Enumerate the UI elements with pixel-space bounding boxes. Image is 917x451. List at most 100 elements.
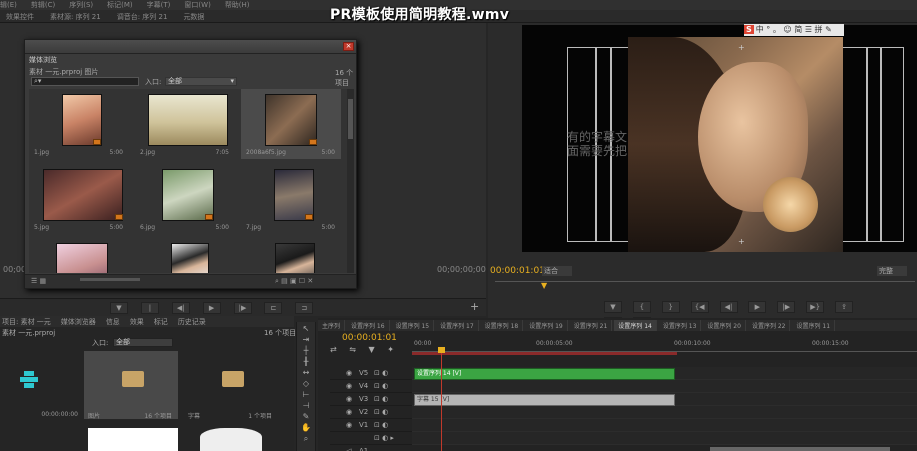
mark-out-button[interactable]: | xyxy=(140,302,159,314)
snap-icon[interactable]: ⇄ xyxy=(330,345,337,354)
track-v1[interactable] xyxy=(412,419,917,432)
mark-in-button[interactable]: ▼ xyxy=(110,302,128,314)
wrench-icon[interactable]: ✦ xyxy=(387,345,394,354)
thumbnail-item[interactable]: 1.jpg 5:00 xyxy=(29,89,129,159)
project-tab[interactable]: 项目: 素材 一元 xyxy=(2,317,51,327)
project-thumb-cloud[interactable] xyxy=(200,428,262,451)
overwrite-button[interactable]: ⊐ xyxy=(295,302,314,314)
timeline-ruler[interactable]: 00:00 00:00:05:00 00:00:10:00 00:00:15:0… xyxy=(412,340,917,352)
close-icon[interactable]: × xyxy=(343,42,354,51)
step-forward-button[interactable]: |▶ xyxy=(777,301,796,313)
lift-button[interactable]: ⇪ xyxy=(835,301,853,313)
project-tab[interactable]: 标记 xyxy=(154,317,168,327)
program-time-ruler[interactable] xyxy=(495,281,915,295)
ripple-edit-icon[interactable]: ┼ xyxy=(300,346,312,355)
project-in-select[interactable]: 全部 xyxy=(113,338,173,347)
pen-icon[interactable]: ✎ xyxy=(300,412,312,421)
menu-item[interactable]: 辑(E) xyxy=(0,1,17,9)
project-tab[interactable]: 效果 xyxy=(130,317,144,327)
sequence-tab[interactable]: 设置序列 17 xyxy=(436,320,479,331)
step-back-button[interactable]: ◀| xyxy=(719,301,738,313)
sequence-tab[interactable]: 设置序列 16 xyxy=(347,320,390,331)
in-select[interactable]: 全部 ▾ xyxy=(165,77,237,86)
link-icon[interactable]: ⇋ xyxy=(349,345,356,354)
step-forward-button[interactable]: |▶ xyxy=(233,302,252,314)
zoom-select[interactable]: 适合 xyxy=(542,266,572,276)
media-browser-window[interactable]: × 媒体浏览 素材 一元.prproj 图片 16 个项目 ⌕▾ 入口: 全部 ▾… xyxy=(24,39,357,289)
panel-tab[interactable]: 元数据 xyxy=(183,12,204,22)
sequence-tab[interactable]: 设置序列 18 xyxy=(481,320,524,331)
track-header-v4[interactable]: ◉ V4 ⊡ ◐ xyxy=(330,380,412,393)
insert-button[interactable]: ⊏ xyxy=(264,302,283,314)
project-item-folder-images[interactable]: 图片 16 个项目 xyxy=(84,351,178,420)
zoom-icon[interactable]: ⌕ xyxy=(300,434,312,443)
audio-controls-icon[interactable]: ⊡ ◐ ▸ xyxy=(374,434,394,442)
resolution-select[interactable]: 完整 xyxy=(877,266,907,276)
razor-icon[interactable]: ◇ xyxy=(300,379,312,388)
clip-title-15[interactable]: 字幕 15 [V] xyxy=(414,394,675,406)
project-item-sequence[interactable]: 00:00:00:00 xyxy=(0,351,84,419)
window-titlebar[interactable]: × xyxy=(25,40,356,54)
project-tab[interactable]: 媒体浏览器 xyxy=(61,317,96,327)
track-select-icon[interactable]: ⇥ xyxy=(300,335,312,344)
track-a1[interactable] xyxy=(412,432,917,445)
audio-clip[interactable] xyxy=(710,447,890,451)
speaker-icon[interactable]: ◁ xyxy=(346,447,351,451)
go-out-button[interactable]: ▶} xyxy=(806,301,825,313)
vertical-scrollbar[interactable] xyxy=(347,89,354,273)
thumbnail-item[interactable]: 2008a6f5.jpg 5:00 xyxy=(241,89,341,159)
footer-tools-icon[interactable]: ⌕ ▤ ▣ ☐ ✕ xyxy=(275,277,313,286)
thumbnail-item[interactable] xyxy=(241,239,341,273)
slide-icon[interactable]: ⊣ xyxy=(300,401,312,410)
project-tab[interactable]: 信息 xyxy=(106,317,120,327)
ime-toolbar[interactable]: S中 ° 。 ☺ 简 ☰ 拼 ✎ xyxy=(744,24,844,36)
clip-sequence-14[interactable]: 设置序列 14 [V] xyxy=(414,368,675,380)
track-eye-icon[interactable]: ◉ xyxy=(346,382,352,390)
in-button[interactable]: { xyxy=(632,301,651,313)
menu-item[interactable]: 序列(S) xyxy=(69,1,93,9)
add-button[interactable]: + xyxy=(470,300,479,313)
list-view-icon[interactable]: ☰ ▦ xyxy=(31,277,46,285)
track-eye-icon[interactable]: ◉ xyxy=(346,369,352,377)
rolling-edit-icon[interactable]: ╫ xyxy=(300,357,312,366)
sequence-tab[interactable]: 设置序列 13 xyxy=(659,320,702,331)
timeline-playhead[interactable] xyxy=(441,347,442,451)
thumbnail-item[interactable]: 6.jpg 5:00 xyxy=(135,164,235,234)
menu-item[interactable]: 窗口(W) xyxy=(184,1,210,9)
sequence-tab[interactable]: 设置序列 14 xyxy=(614,320,657,331)
sequence-tab[interactable]: 主序列 xyxy=(318,320,346,331)
sequence-tab[interactable]: 设置序列 22 xyxy=(748,320,791,331)
track-eye-icon[interactable]: ◉ xyxy=(346,408,352,416)
track-header-v1[interactable]: ◉ V1 ⊡ ◐ xyxy=(330,419,412,432)
work-area-bar[interactable] xyxy=(412,352,677,355)
menu-item[interactable]: 字幕(T) xyxy=(147,1,171,9)
track-eye-icon[interactable]: ◉ xyxy=(346,395,352,403)
track-eye-icon[interactable]: ◉ xyxy=(346,421,352,429)
search-input[interactable]: ⌕▾ xyxy=(31,77,139,86)
window-tab[interactable]: 媒体浏览 xyxy=(29,55,57,65)
menu-item[interactable]: 标记(M) xyxy=(107,1,133,9)
thumbnail-item[interactable]: 5.jpg 5:00 xyxy=(29,164,129,234)
track-header-v5[interactable]: ◉ V5 ⊡ ◐ xyxy=(330,367,412,380)
step-back-button[interactable]: ◀| xyxy=(171,302,190,314)
sequence-tab[interactable]: 设置序列 15 xyxy=(392,320,435,331)
panel-tab[interactable]: 效果控件 xyxy=(6,12,34,22)
sequence-tab[interactable]: 设置序列 20 xyxy=(703,320,746,331)
play-button[interactable]: ▶ xyxy=(202,302,221,314)
project-tab[interactable]: 历史记录 xyxy=(178,317,206,327)
slip-icon[interactable]: ⊢ xyxy=(300,390,312,399)
rate-stretch-icon[interactable]: ↔ xyxy=(300,368,312,377)
thumbnail-item[interactable] xyxy=(29,239,129,273)
go-in-button[interactable]: {◀ xyxy=(690,301,709,313)
scrollbar-thumb[interactable] xyxy=(348,99,353,139)
playhead-handle-icon[interactable] xyxy=(438,347,445,353)
sequence-tab[interactable]: 设置序列 21 xyxy=(570,320,613,331)
sequence-tab[interactable]: 设置序列 11 xyxy=(792,320,836,331)
track-header-a1[interactable]: ◁ A1 xyxy=(330,445,412,451)
menu-item[interactable]: 帮助(H) xyxy=(225,1,250,9)
sync-lock-icon[interactable]: ⊡ ◐ xyxy=(374,395,388,403)
track-header-a1[interactable]: ⊡ ◐ ▸ xyxy=(330,432,412,445)
thumbnail-item[interactable] xyxy=(135,239,235,273)
track-v2[interactable] xyxy=(412,406,917,419)
track-header-v2[interactable]: ◉ V2 ⊡ ◐ xyxy=(330,406,412,419)
